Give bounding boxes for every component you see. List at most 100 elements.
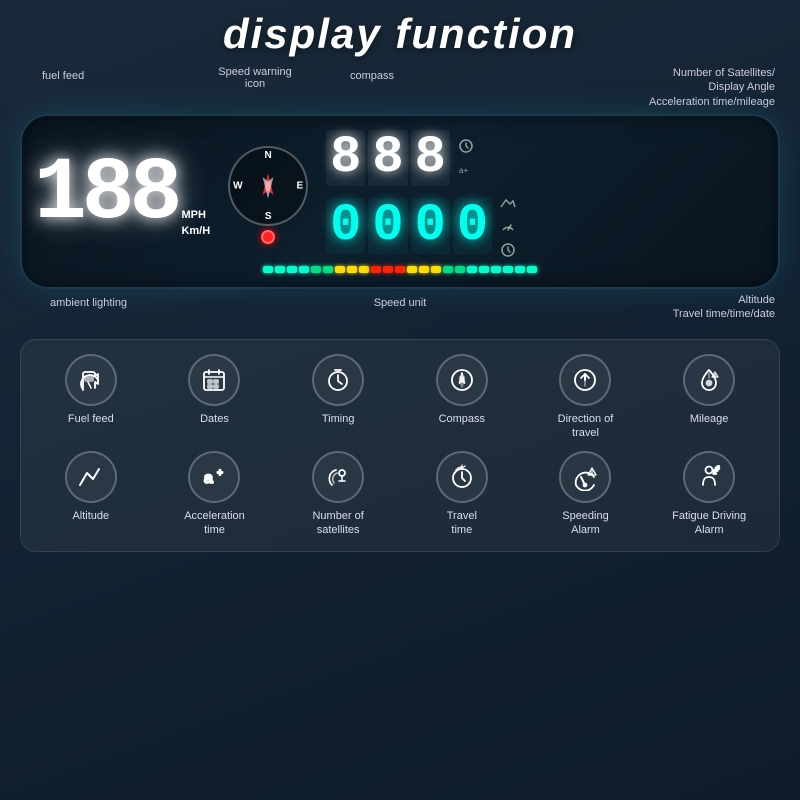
travel-time-icon-wrap xyxy=(436,451,488,503)
fuel-icon xyxy=(77,366,105,394)
hud-section: fuel feed Speed warning icon compass Num… xyxy=(20,66,780,329)
fatigue-alarm-icon: z z z xyxy=(695,463,723,491)
led-9 xyxy=(359,266,369,273)
compass-circle: N S E W xyxy=(228,146,308,226)
altitude-icon-wrap xyxy=(65,451,117,503)
features-section: Fuel feed Dates xyxy=(20,339,780,552)
speed-digits: 188 xyxy=(34,151,177,239)
mileage-icon-wrap xyxy=(683,354,735,406)
feature-satellites-label: Number of satellites xyxy=(312,509,363,538)
led-17 xyxy=(455,266,465,273)
compass-east: E xyxy=(297,181,304,192)
feature-travel-time[interactable]: Travel time xyxy=(402,451,522,538)
page-title: display function xyxy=(223,10,577,58)
feature-acceleration[interactable]: a + Acceleration time xyxy=(155,451,275,538)
page-container: display function fuel feed Speed warning… xyxy=(0,0,800,800)
feature-timing[interactable]: Timing xyxy=(278,354,398,441)
satellites-icon xyxy=(324,463,352,491)
timing-icon xyxy=(324,366,352,394)
direction-icon xyxy=(571,366,599,394)
led-18 xyxy=(467,266,477,273)
display-4digit: 0 0 0 0 xyxy=(326,198,492,254)
travel-time-icon xyxy=(448,463,476,491)
feature-compass[interactable]: Compass xyxy=(402,354,522,441)
feature-travel-time-label: Travel time xyxy=(447,509,477,538)
compass-north: N xyxy=(265,150,272,161)
led-22 xyxy=(515,266,525,273)
mileage-icon xyxy=(695,366,723,394)
compass-area: N S E W xyxy=(218,146,318,244)
seg-cyan-2: 0 xyxy=(368,198,407,254)
feature-mileage[interactable]: Mileage xyxy=(649,354,769,441)
label-satellites: Number of Satellites/ Display Angle Acce… xyxy=(605,66,775,109)
feature-direction-label: Direction of travel xyxy=(558,412,614,441)
compass-icon-wrap xyxy=(436,354,488,406)
led-10 xyxy=(371,266,381,273)
compass-south: S xyxy=(265,211,272,222)
side-icons-bottom xyxy=(498,192,518,260)
satellites-icon-wrap xyxy=(312,451,364,503)
feature-acceleration-label: Acceleration time xyxy=(184,509,245,538)
feature-satellites[interactable]: Number of satellites xyxy=(278,451,398,538)
led-bar xyxy=(34,266,766,273)
seg-white-1: 8 xyxy=(326,130,365,186)
timing-icon-wrap xyxy=(312,354,364,406)
feature-altitude-label: Altitude xyxy=(72,509,109,523)
display-row-bottom: 0 0 0 0 xyxy=(326,192,766,260)
feature-direction[interactable]: Direction of travel xyxy=(526,354,646,441)
label-altitude: Altitude Travel time/time/date xyxy=(575,293,775,322)
clock-icon xyxy=(456,136,476,156)
compass-arrow-icon xyxy=(250,168,286,204)
feature-compass-label: Compass xyxy=(439,412,485,426)
svg-text:z: z xyxy=(717,465,720,471)
direction-icon-wrap xyxy=(559,354,611,406)
unit-mph: MPH xyxy=(181,208,205,223)
led-16 xyxy=(443,266,453,273)
led-3 xyxy=(287,266,297,273)
seg-white-2: 8 xyxy=(368,130,407,186)
led-8 xyxy=(347,266,357,273)
feature-altitude[interactable]: Altitude xyxy=(31,451,151,538)
label-speed-warning: Speed warning icon xyxy=(210,66,300,90)
fatigue-alarm-icon-wrap: z z z xyxy=(683,451,735,503)
led-4 xyxy=(299,266,309,273)
feature-speeding-label: Speeding Alarm xyxy=(562,509,609,538)
speed-unit: MPH Km/H xyxy=(181,208,210,239)
seg-cyan-1: 0 xyxy=(326,198,365,254)
display-3digit: 8 8 8 xyxy=(326,130,450,186)
led-14 xyxy=(419,266,429,273)
hud-display: 188 MPH Km/H N S E W xyxy=(20,114,780,289)
label-ambient: ambient lighting xyxy=(50,297,127,309)
right-displays: 8 8 8 xyxy=(326,130,766,260)
altitude-icon xyxy=(77,463,105,491)
svg-text:+: + xyxy=(217,468,223,479)
feature-fatigue-alarm[interactable]: z z z Fatigue Driving Alarm xyxy=(649,451,769,538)
speeding-alarm-icon xyxy=(571,463,599,491)
display-row-top: 8 8 8 xyxy=(326,130,766,186)
hud-inner: 188 MPH Km/H N S E W xyxy=(34,130,766,260)
acceleration-icon: a + xyxy=(200,463,228,491)
feature-fuel-label: Fuel feed xyxy=(68,412,114,426)
feature-fuel-feed[interactable]: Fuel feed xyxy=(31,354,151,441)
acceleration-icon-wrap: a + xyxy=(188,451,240,503)
led-1 xyxy=(263,266,273,273)
feature-dates[interactable]: Dates xyxy=(155,354,275,441)
alert-dot xyxy=(261,230,275,244)
svg-text:a: a xyxy=(204,470,213,487)
seg-cyan-3: 0 xyxy=(411,198,450,254)
led-11 xyxy=(383,266,393,273)
side-icons-top: a+ xyxy=(456,136,476,180)
led-12 xyxy=(395,266,405,273)
feature-speeding-alarm[interactable]: Speeding Alarm xyxy=(526,451,646,538)
unit-kmh: Km/H xyxy=(181,224,210,239)
feature-fatigue-label: Fatigue Driving Alarm xyxy=(672,509,746,538)
seg-white-3: 8 xyxy=(411,130,450,186)
seg-cyan-4: 0 xyxy=(453,198,492,254)
speed-section: 188 MPH Km/H xyxy=(34,151,210,239)
led-2 xyxy=(275,266,285,273)
fuel-icon-wrap xyxy=(65,354,117,406)
mountain-icon xyxy=(498,192,518,212)
feature-timing-label: Timing xyxy=(322,412,355,426)
dates-icon xyxy=(200,366,228,394)
features-grid: Fuel feed Dates xyxy=(31,354,769,537)
